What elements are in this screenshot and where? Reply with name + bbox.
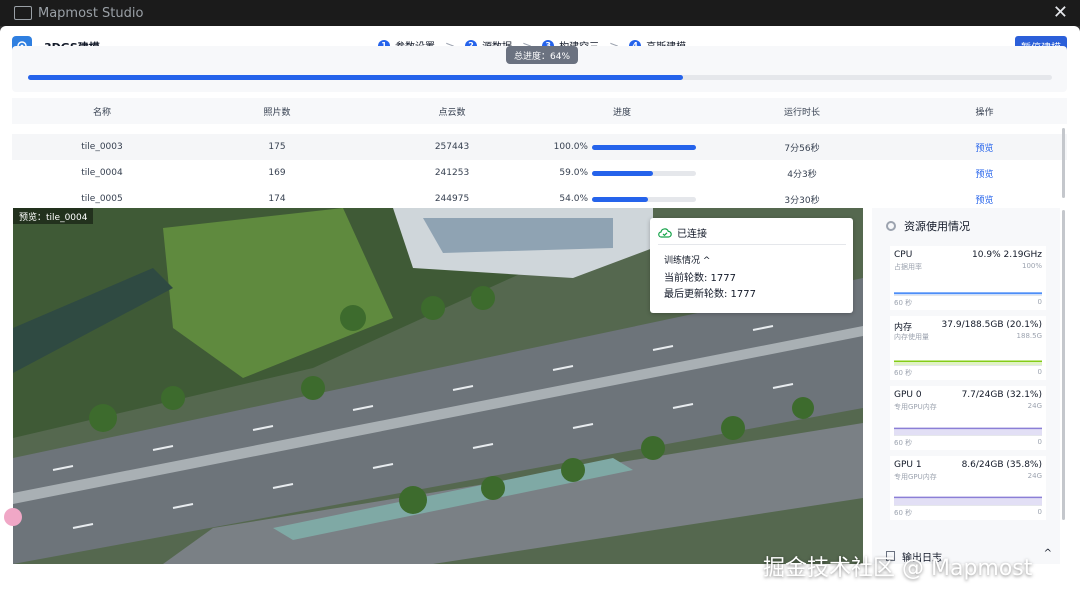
cell-progress: 59.0% <box>542 168 702 178</box>
usage-area <box>894 428 1042 436</box>
cell-photos: 174 <box>268 194 286 204</box>
axis-right-label: 0 <box>1037 508 1042 516</box>
resource-usage-chart <box>894 496 1042 506</box>
cell-points: 257443 <box>434 142 470 152</box>
table-header: 名称 照片数 点云数 进度 运行时长 操作 <box>12 98 1067 124</box>
column-header: 照片数 <box>263 107 291 118</box>
cell-photos: 169 <box>268 168 286 178</box>
column-header: 进度 <box>612 107 631 118</box>
flower-icon[interactable] <box>4 508 22 526</box>
progress-fill <box>592 170 654 176</box>
close-icon[interactable]: ✕ <box>1053 2 1068 23</box>
resource-value: 10.9% 2.19GHz <box>972 250 1042 260</box>
training-info-box: 训练情况 ^ 当前轮数: 1777 最后更新轮数: 1777 <box>658 244 846 306</box>
resource-usage-chart <box>894 427 1042 436</box>
resource-sub: 占据用率 <box>894 263 922 271</box>
app-title: Mapmost Studio <box>38 5 144 21</box>
monitor-icon <box>886 221 896 231</box>
preview-link[interactable]: 预览 <box>902 167 1067 180</box>
current-epoch: 当前轮数: 1777 <box>664 273 736 284</box>
app-titlebar: Mapmost Studio <box>0 0 1080 26</box>
axis-right-label: 0 <box>1037 438 1042 446</box>
column-header: 运行时长 <box>783 107 820 118</box>
training-toggle[interactable]: 训练情况 ^ <box>664 253 710 266</box>
resource-title-text: 资源使用情况 <box>904 220 970 233</box>
resource-max: 100% <box>1021 262 1042 270</box>
connection-panel: 已连接 训练情况 ^ 当前轮数: 1777 最后更新轮数: 1777 <box>650 218 853 313</box>
overall-progress-bar <box>28 75 1052 80</box>
cell-name: tile_0005 <box>81 194 123 204</box>
column-header: 点云数 <box>438 107 466 118</box>
column-header: 名称 <box>92 107 111 118</box>
preview-tile-label: 预览：tile_0004 <box>13 208 94 224</box>
tile-table: 名称 照片数 点云数 进度 运行时长 操作 tile_0003 175 2574… <box>12 98 1067 204</box>
connection-status: 已连接 <box>658 225 707 240</box>
resource-card-gpu1: GPU 1 8.6/24GB (35.8%) 专用GPU内存 24G 60 秒 … <box>890 456 1046 520</box>
last-update-epoch: 最后更新轮数: 1777 <box>664 289 756 300</box>
cell-duration: 7分56秒 <box>784 143 820 154</box>
cell-duration: 3分30秒 <box>784 195 820 205</box>
column-header: 操作 <box>975 107 994 118</box>
resource-scrollbar[interactable] <box>1062 210 1065 520</box>
chevron-up-icon: ^ <box>1043 548 1052 559</box>
preview-link[interactable]: 预览 <box>902 141 1067 154</box>
table-row: tile_0003 175 257443 100.0% 7分56秒 预览 <box>12 134 1067 160</box>
connection-status-text: 已连接 <box>677 229 707 240</box>
resource-max: 24G <box>1027 472 1042 480</box>
progress-text: 59.0% <box>559 168 588 178</box>
axis-right-label: 0 <box>1037 368 1042 376</box>
axis-right-label: 0 <box>1037 298 1042 306</box>
progress-bar <box>592 196 696 202</box>
resource-usage-panel: 资源使用情况 CPU 10.9% 2.19GHz 占据用率 100% 60 秒 … <box>872 208 1060 564</box>
cell-progress: 100.0% <box>542 142 702 152</box>
resource-usage-chart <box>894 360 1042 366</box>
table-row: tile_0004 169 241253 59.0% 4分3秒 预览 <box>12 160 1067 186</box>
axis-left-label: 60 秒 <box>894 299 913 307</box>
preview-link[interactable]: 预览 <box>902 193 1067 205</box>
cell-points: 244975 <box>434 194 470 204</box>
resource-usage-chart <box>894 292 1042 296</box>
table-scrollbar[interactable] <box>1062 128 1065 198</box>
axis-left-label: 60 秒 <box>894 439 913 447</box>
cell-points: 241253 <box>434 168 470 178</box>
resource-value: 7.7/24GB (32.1%) <box>961 390 1042 400</box>
resource-name: GPU 1 <box>894 460 922 470</box>
progress-fill <box>592 196 649 202</box>
cell-name: tile_0004 <box>81 168 123 178</box>
overall-progress-label: 总进度：64% <box>506 46 579 64</box>
usage-area <box>894 497 1042 506</box>
app-logo-icon <box>14 6 32 20</box>
progress-text: 54.0% <box>559 194 588 204</box>
resource-sub: 专用GPU内存 <box>894 473 937 481</box>
watermark: 掘金技术社区 @ Mapmost <box>763 556 1033 581</box>
resource-sub: 内存使用量 <box>894 333 929 341</box>
resource-sub: 专用GPU内存 <box>894 403 937 411</box>
axis-left-label: 60 秒 <box>894 369 913 377</box>
table-row: tile_0005 174 244975 54.0% 3分30秒 预览 <box>12 186 1067 204</box>
cloud-check-icon <box>658 227 672 238</box>
progress-bar <box>592 170 696 176</box>
cell-duration: 4分3秒 <box>787 169 817 180</box>
cell-name: tile_0003 <box>81 142 123 152</box>
cell-progress: 54.0% <box>542 194 702 204</box>
resource-usage-title: 资源使用情况 <box>886 218 970 234</box>
resource-max: 188.5G <box>1016 332 1042 340</box>
resource-card-memory: 内存 37.9/188.5GB (20.1%) 内存使用量 188.5G 60 … <box>890 316 1046 380</box>
resource-name: CPU <box>894 250 913 260</box>
progress-text: 100.0% <box>553 142 588 152</box>
progress-bar <box>592 144 696 150</box>
resource-value: 37.9/188.5GB (20.1%) <box>941 320 1042 330</box>
resource-card-cpu: CPU 10.9% 2.19GHz 占据用率 100% 60 秒 0 <box>890 246 1046 310</box>
resource-max: 24G <box>1027 402 1042 410</box>
progress-fill <box>592 144 696 150</box>
resource-value: 8.6/24GB (35.8%) <box>961 460 1042 470</box>
cell-photos: 175 <box>268 142 286 152</box>
overall-progress-fill <box>28 75 684 80</box>
axis-left-label: 60 秒 <box>894 509 913 517</box>
resource-card-gpu0: GPU 0 7.7/24GB (32.1%) 专用GPU内存 24G 60 秒 … <box>890 386 1046 450</box>
resource-name: GPU 0 <box>894 390 922 400</box>
